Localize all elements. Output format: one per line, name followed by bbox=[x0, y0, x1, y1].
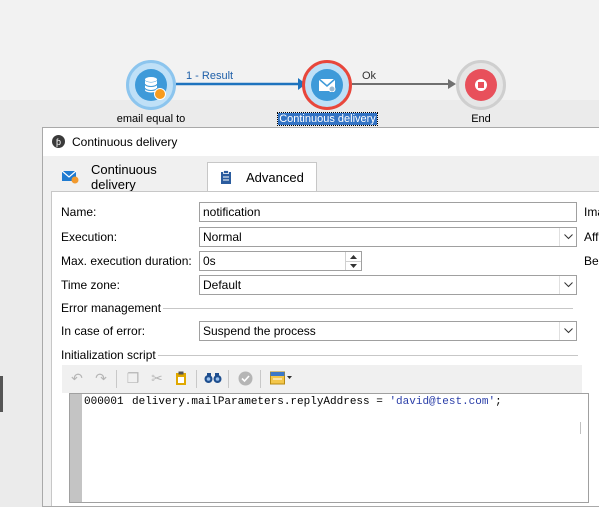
timezone-select-value: Default bbox=[203, 278, 242, 292]
tab-continuous-delivery[interactable]: Continuous delivery bbox=[53, 162, 205, 192]
node-email-equal-to[interactable] bbox=[126, 60, 176, 110]
error-management-title: Error management bbox=[61, 301, 162, 315]
check-icon[interactable] bbox=[236, 369, 254, 387]
script-editor[interactable]: 000001 delivery.mailParameters.replyAddr… bbox=[69, 393, 589, 503]
envelope-gear-icon bbox=[61, 170, 79, 184]
editor-gutter bbox=[70, 394, 82, 502]
right-label-affinity: Aff bbox=[584, 230, 599, 244]
status-dot-icon bbox=[154, 88, 166, 100]
right-label-image: Ima bbox=[584, 205, 599, 219]
node-continuous-delivery[interactable] bbox=[302, 60, 352, 110]
chevron-down-icon[interactable] bbox=[559, 276, 576, 294]
dialog-title: Continuous delivery bbox=[72, 135, 178, 149]
transition-result-label: 1 - Result bbox=[186, 70, 234, 82]
stop-icon bbox=[465, 69, 497, 101]
line-number: 000001 bbox=[84, 396, 124, 408]
name-input[interactable]: notification bbox=[199, 202, 577, 222]
toolbar-separator bbox=[260, 370, 261, 388]
transition-ok-arrowhead bbox=[448, 79, 456, 89]
cut-icon[interactable]: ✂ bbox=[148, 369, 166, 387]
envelope-gear-icon bbox=[311, 69, 343, 101]
undo-icon[interactable]: ↶ bbox=[68, 369, 86, 387]
timezone-label: Time zone: bbox=[61, 278, 120, 292]
execution-select-value: Normal bbox=[203, 230, 242, 244]
section-divider bbox=[158, 355, 578, 356]
app-logo-icon: ƥ bbox=[52, 135, 65, 148]
chevron-down-icon[interactable] bbox=[559, 228, 576, 246]
tab-advanced[interactable]: Advanced bbox=[207, 162, 317, 191]
execution-label: Execution: bbox=[61, 230, 118, 244]
transition-ok-label: Ok bbox=[362, 70, 377, 82]
code-string-literal: 'david@test.com' bbox=[389, 396, 496, 408]
code-terminator: ; bbox=[495, 396, 502, 408]
code-line-1[interactable]: delivery.mailParameters.replyAddress = '… bbox=[132, 396, 502, 408]
tab-continuous-delivery-label: Continuous delivery bbox=[91, 162, 157, 192]
right-label-behavior: Beh bbox=[584, 254, 599, 268]
paste-icon[interactable] bbox=[172, 369, 190, 387]
binoculars-icon[interactable] bbox=[204, 369, 222, 387]
workflow-transitions bbox=[176, 78, 456, 90]
node-end-label: End bbox=[471, 113, 491, 125]
canvas-scroll-handle[interactable] bbox=[0, 376, 3, 412]
init-script-title: Initialization script bbox=[61, 348, 156, 362]
node-end[interactable] bbox=[456, 60, 506, 110]
editor-scroll-marker bbox=[580, 422, 581, 434]
clipboard-icon bbox=[220, 169, 232, 185]
insert-field-menu-icon[interactable] bbox=[268, 369, 296, 387]
node-email-equal-to-label: email equal to bbox=[116, 113, 186, 125]
max-duration-stepper[interactable]: 0s bbox=[199, 251, 362, 271]
name-label: Name: bbox=[61, 205, 97, 219]
copy-icon[interactable]: ❐ bbox=[124, 369, 142, 387]
continuous-delivery-dialog: ƥ Continuous delivery Continuous deliver… bbox=[42, 127, 599, 507]
max-duration-value: 0s bbox=[203, 254, 216, 268]
tab-strip: Continuous delivery Advanced bbox=[43, 156, 599, 192]
advanced-panel: Name: notification Execution: Normal Max… bbox=[51, 191, 599, 506]
node-continuous-delivery-label: Continuous delivery bbox=[277, 112, 378, 126]
stepper-down-icon[interactable] bbox=[345, 261, 361, 270]
error-handling-select[interactable]: Suspend the process bbox=[199, 321, 577, 341]
tab-advanced-label: Advanced bbox=[246, 169, 304, 185]
code-statement: delivery.mailParameters.replyAddress = bbox=[132, 396, 390, 408]
toolbar-separator bbox=[116, 370, 117, 388]
in-case-of-error-label: In case of error: bbox=[61, 324, 146, 338]
timezone-select[interactable]: Default bbox=[199, 275, 577, 295]
chevron-down-icon[interactable] bbox=[559, 322, 576, 340]
toolbar-separator bbox=[196, 370, 197, 388]
line-number-gutter bbox=[82, 394, 128, 502]
redo-icon[interactable]: ↷ bbox=[92, 369, 110, 387]
error-handling-select-value: Suspend the process bbox=[203, 324, 316, 338]
execution-select[interactable]: Normal bbox=[199, 227, 577, 247]
script-toolbar: ↶ ↷ ❐ ✂ bbox=[62, 365, 582, 393]
toolbar-separator bbox=[228, 370, 229, 388]
section-divider bbox=[163, 308, 573, 309]
dialog-titlebar: ƥ Continuous delivery bbox=[43, 128, 599, 156]
max-duration-label: Max. execution duration: bbox=[61, 254, 192, 268]
